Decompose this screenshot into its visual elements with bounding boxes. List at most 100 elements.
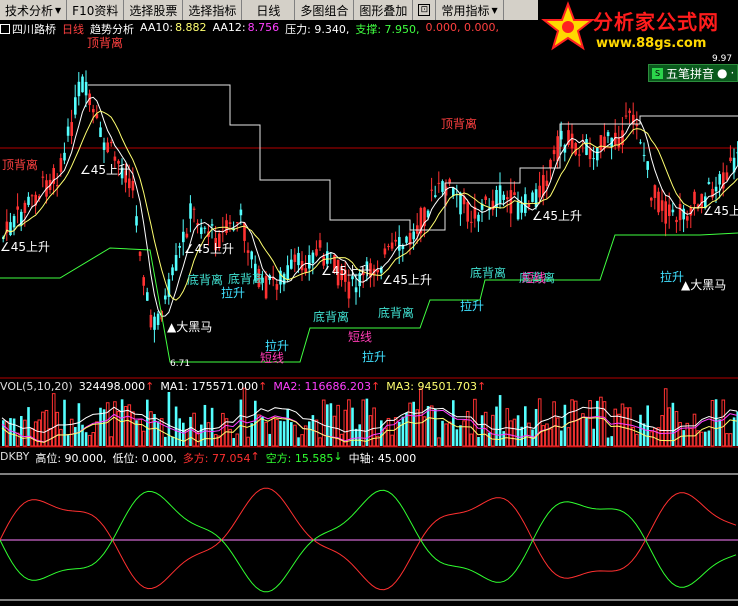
menu-select-stock-label: 选择股票: [129, 3, 178, 18]
volume-bar: [77, 403, 81, 446]
candle-body: [185, 233, 189, 238]
candle-body: [236, 222, 239, 224]
candle-body: [203, 227, 207, 229]
candle-body: [509, 190, 513, 214]
candle-body: [513, 192, 516, 196]
volume-bar: [102, 409, 106, 446]
candle-body: [556, 136, 559, 162]
volume-bar: [189, 416, 192, 446]
volume-bar: [631, 427, 636, 447]
candle-body: [192, 208, 196, 210]
watermark-title: 分析家公式网: [593, 10, 719, 34]
menu-common-indicators[interactable]: 常用指标 ▼: [436, 0, 504, 20]
volume-bar: [441, 420, 444, 446]
volume-bar: [354, 428, 358, 446]
annotation-label: ∠45上升: [321, 264, 372, 278]
volume-title: VOL(5,10,20) 324498.000 ↑ MA1: 175571.00…: [0, 380, 486, 393]
candle-body: [167, 279, 171, 297]
candle-body: [671, 209, 675, 213]
ime-toolbar[interactable]: S 五笔拼音 ● ·: [648, 64, 738, 82]
candle-body: [347, 281, 351, 299]
candle-body: [520, 204, 523, 213]
volume-bar: [149, 411, 153, 447]
volume-bar: [573, 400, 578, 447]
chart-canvas[interactable]: [0, 0, 738, 606]
volume-bar: [452, 400, 455, 446]
watermark-logo: 分析家公式网 www.88gs.com: [538, 0, 738, 58]
candle-body: [52, 168, 55, 184]
candle-body: [462, 196, 466, 205]
volume-bar: [343, 409, 348, 447]
volume-bar: [671, 402, 675, 446]
candle-body: [99, 127, 102, 138]
volume-bar: [563, 404, 567, 446]
menu-select-indicator[interactable]: 选择指标: [183, 0, 243, 20]
volume-bar: [153, 414, 156, 446]
candle-body: [426, 210, 430, 218]
volume-ma1-line: [1, 406, 738, 433]
candle-body: [401, 245, 405, 250]
candle-body: [354, 287, 358, 293]
volume-bar: [326, 404, 329, 446]
oscillator-pane: [0, 473, 738, 601]
candle-body: [246, 250, 250, 253]
candle-body: [416, 225, 419, 234]
volume-name: VOL(5,10,20): [0, 380, 73, 393]
menu-f10[interactable]: F10资料: [67, 0, 125, 20]
volume-bar: [415, 409, 420, 447]
annotation-label: ∠45上升: [382, 273, 433, 287]
aa12-value: 8.756: [247, 21, 280, 34]
candle-body: [480, 203, 484, 210]
candle-body: [714, 186, 718, 192]
star-logo-icon: [541, 1, 595, 51]
support-value: 支撑: 7.950,: [355, 23, 420, 36]
volume-bar: [617, 413, 621, 447]
volume-bar: [646, 405, 649, 446]
annotation-label: 拉升: [362, 350, 387, 364]
volume-ma1: MA1: 175571.000: [160, 380, 259, 393]
menu-select-stock[interactable]: 选择股票: [124, 0, 184, 20]
volume-bar: [290, 422, 293, 446]
candle-body: [304, 268, 307, 273]
volume-bar: [279, 420, 282, 446]
arrow-up-icon: ↑: [476, 380, 487, 393]
menu-common-indicators-label: 常用指标: [441, 3, 490, 18]
candle-body: [718, 174, 721, 185]
menu-overlay[interactable]: 图形叠加: [354, 0, 414, 20]
volume-bar: [297, 437, 300, 446]
volume-bar: [164, 436, 167, 446]
bear-line: [0, 489, 737, 593]
candle-body: [592, 158, 595, 160]
menu-tech-analysis[interactable]: 技术分析 ▼: [0, 0, 68, 20]
candle-body: [570, 133, 574, 149]
candle-body: [297, 252, 300, 266]
volume-pane: [0, 387, 738, 448]
volume-bar: [639, 414, 642, 446]
candle-body: [470, 221, 473, 223]
candle-body: [77, 81, 81, 97]
watermark-url: www.88gs.com: [596, 36, 707, 51]
menu-multi-chart[interactable]: 多图组合: [295, 0, 355, 20]
toolbar-icon-button[interactable]: ⊡: [413, 0, 437, 20]
menu-daily[interactable]: 日线: [242, 0, 296, 20]
volume-bar: [383, 427, 387, 447]
candle-body: [484, 196, 487, 200]
chevron-down-icon: ▼: [491, 5, 498, 15]
candle-body: [585, 139, 588, 155]
volume-bar: [660, 415, 664, 447]
candle-body: [196, 223, 199, 226]
stock-period: 日线: [62, 23, 84, 36]
volume-bar: [725, 433, 729, 447]
annotation-label: 顶背离: [441, 117, 478, 131]
candle-body: [639, 142, 642, 144]
volume-bar: [156, 421, 160, 446]
volume-bar: [293, 424, 297, 447]
candle-body: [653, 185, 657, 198]
volume-bar: [704, 431, 707, 446]
arrow-up-icon: ↑: [145, 380, 155, 393]
candle-body: [70, 122, 73, 136]
candle-body: [552, 150, 556, 155]
annotation-label: 顶背离: [87, 36, 124, 50]
volume-bar: [602, 401, 607, 447]
candle-body: [171, 267, 174, 276]
